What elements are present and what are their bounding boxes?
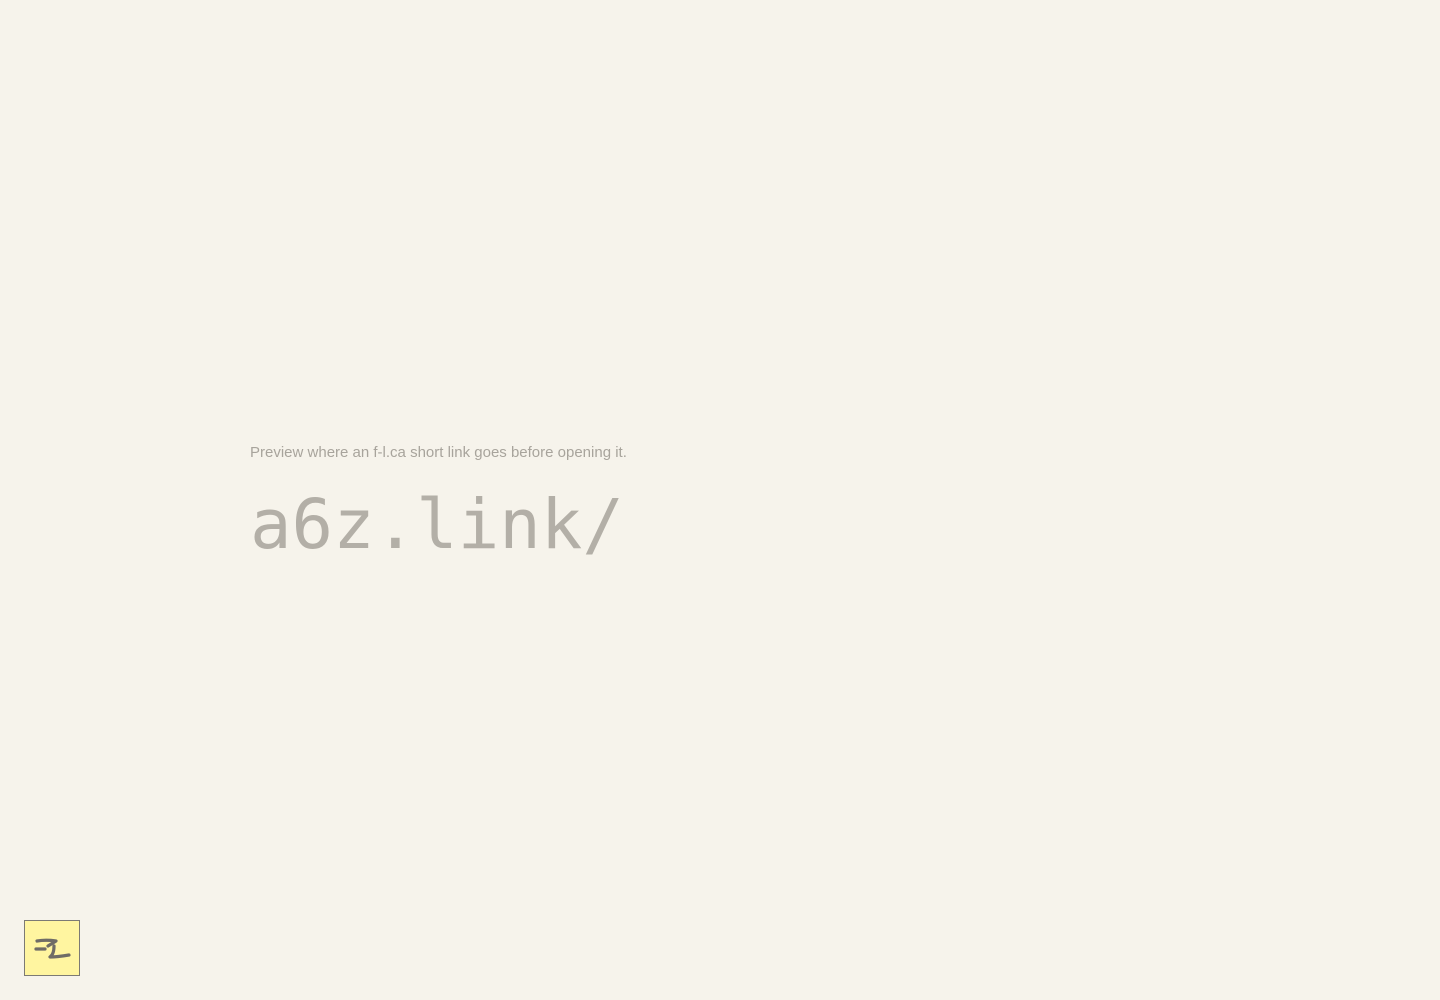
tagline: Preview where an f-l.ca short link goes … (250, 444, 627, 461)
short-link-code-input[interactable] (623, 485, 1044, 565)
fl-logo-button[interactable] (24, 920, 80, 976)
fl-logo-icon (32, 933, 72, 963)
link-preview-section: Preview where an f-l.ca short link goes … (250, 443, 1150, 565)
short-link-domain-prefix: a6z.link/ (250, 485, 624, 565)
short-link-entry[interactable]: a6z.link/ (250, 485, 1150, 565)
